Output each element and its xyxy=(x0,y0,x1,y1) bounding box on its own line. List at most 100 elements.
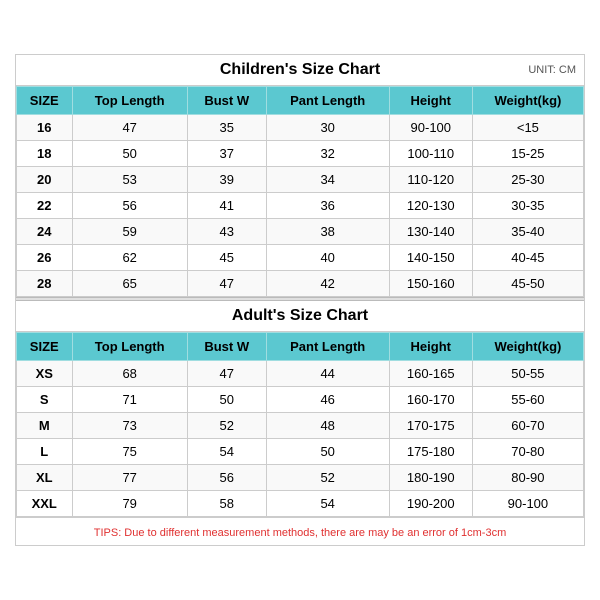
children-col-top-length: Top Length xyxy=(72,87,187,115)
table-cell: 32 xyxy=(266,141,389,167)
table-cell: 20 xyxy=(17,167,73,193)
children-col-height: Height xyxy=(389,87,472,115)
children-col-bust-w: Bust W xyxy=(187,87,266,115)
table-row: 24594338130-14035-40 xyxy=(17,219,584,245)
table-cell: 40 xyxy=(266,245,389,271)
table-row: S715046160-17055-60 xyxy=(17,387,584,413)
unit-label: UNIT: CM xyxy=(528,64,576,76)
table-cell: 70-80 xyxy=(472,439,583,465)
adult-header-row: SIZE Top Length Bust W Pant Length Heigh… xyxy=(17,333,584,361)
table-cell: 24 xyxy=(17,219,73,245)
adult-col-size: SIZE xyxy=(17,333,73,361)
table-row: 18503732100-11015-25 xyxy=(17,141,584,167)
table-cell: 50 xyxy=(266,439,389,465)
table-cell: 75 xyxy=(72,439,187,465)
table-row: XXL795854190-20090-100 xyxy=(17,491,584,517)
table-cell: 160-170 xyxy=(389,387,472,413)
table-cell: 77 xyxy=(72,465,187,491)
table-cell: 26 xyxy=(17,245,73,271)
table-row: XS684744160-16550-55 xyxy=(17,361,584,387)
table-cell: 100-110 xyxy=(389,141,472,167)
table-cell: 35 xyxy=(187,115,266,141)
table-cell: 43 xyxy=(187,219,266,245)
adult-col-pant-length: Pant Length xyxy=(266,333,389,361)
table-cell: 71 xyxy=(72,387,187,413)
table-cell: 160-165 xyxy=(389,361,472,387)
table-cell: 39 xyxy=(187,167,266,193)
table-cell: 56 xyxy=(187,465,266,491)
table-cell: 44 xyxy=(266,361,389,387)
children-col-size: SIZE xyxy=(17,87,73,115)
adult-title: Adult's Size Chart xyxy=(232,307,368,324)
table-cell: XS xyxy=(17,361,73,387)
table-cell: 47 xyxy=(72,115,187,141)
adult-col-top-length: Top Length xyxy=(72,333,187,361)
table-cell: XXL xyxy=(17,491,73,517)
table-cell: 90-100 xyxy=(472,491,583,517)
table-cell: M xyxy=(17,413,73,439)
adult-table: SIZE Top Length Bust W Pant Length Heigh… xyxy=(16,332,584,517)
table-cell: 65 xyxy=(72,271,187,297)
table-cell: 56 xyxy=(72,193,187,219)
table-cell: 175-180 xyxy=(389,439,472,465)
table-cell: 47 xyxy=(187,271,266,297)
table-cell: 62 xyxy=(72,245,187,271)
table-cell: 60-70 xyxy=(472,413,583,439)
table-cell: 30-35 xyxy=(472,193,583,219)
table-cell: 45-50 xyxy=(472,271,583,297)
table-cell: 46 xyxy=(266,387,389,413)
table-cell: 59 xyxy=(72,219,187,245)
table-cell: 48 xyxy=(266,413,389,439)
adult-col-bust-w: Bust W xyxy=(187,333,266,361)
table-cell: 18 xyxy=(17,141,73,167)
table-cell: 50 xyxy=(72,141,187,167)
table-row: 20533934110-12025-30 xyxy=(17,167,584,193)
table-cell: 37 xyxy=(187,141,266,167)
table-cell: 79 xyxy=(72,491,187,517)
table-cell: 41 xyxy=(187,193,266,219)
tips-text: TIPS: Due to different measurement metho… xyxy=(94,527,506,539)
table-cell: 73 xyxy=(72,413,187,439)
table-cell: 47 xyxy=(187,361,266,387)
children-col-pant-length: Pant Length xyxy=(266,87,389,115)
table-cell: 25-30 xyxy=(472,167,583,193)
children-header-row: SIZE Top Length Bust W Pant Length Heigh… xyxy=(17,87,584,115)
table-cell: 42 xyxy=(266,271,389,297)
table-cell: 130-140 xyxy=(389,219,472,245)
children-table: SIZE Top Length Bust W Pant Length Heigh… xyxy=(16,86,584,297)
table-cell: 55-60 xyxy=(472,387,583,413)
table-cell: 120-130 xyxy=(389,193,472,219)
table-row: M735248170-17560-70 xyxy=(17,413,584,439)
table-row: 1647353090-100<15 xyxy=(17,115,584,141)
table-cell: 30 xyxy=(266,115,389,141)
table-cell: 52 xyxy=(187,413,266,439)
table-cell: 140-150 xyxy=(389,245,472,271)
table-cell: 50-55 xyxy=(472,361,583,387)
adult-col-weight: Weight(kg) xyxy=(472,333,583,361)
table-row: XL775652180-19080-90 xyxy=(17,465,584,491)
table-cell: 80-90 xyxy=(472,465,583,491)
table-cell: 90-100 xyxy=(389,115,472,141)
table-cell: 180-190 xyxy=(389,465,472,491)
table-cell: L xyxy=(17,439,73,465)
table-cell: 150-160 xyxy=(389,271,472,297)
table-cell: 190-200 xyxy=(389,491,472,517)
table-cell: S xyxy=(17,387,73,413)
table-cell: 34 xyxy=(266,167,389,193)
children-title-row: Children's Size Chart UNIT: CM xyxy=(16,55,584,86)
table-cell: 54 xyxy=(187,439,266,465)
table-cell: 68 xyxy=(72,361,187,387)
table-cell: 58 xyxy=(187,491,266,517)
table-row: 22564136120-13030-35 xyxy=(17,193,584,219)
table-cell: 28 xyxy=(17,271,73,297)
table-cell: 54 xyxy=(266,491,389,517)
table-cell: 110-120 xyxy=(389,167,472,193)
table-cell: 52 xyxy=(266,465,389,491)
table-cell: 45 xyxy=(187,245,266,271)
table-row: 26624540140-15040-45 xyxy=(17,245,584,271)
table-cell: 53 xyxy=(72,167,187,193)
table-cell: 36 xyxy=(266,193,389,219)
table-cell: 22 xyxy=(17,193,73,219)
table-cell: 15-25 xyxy=(472,141,583,167)
adult-title-row: Adult's Size Chart xyxy=(16,301,584,332)
